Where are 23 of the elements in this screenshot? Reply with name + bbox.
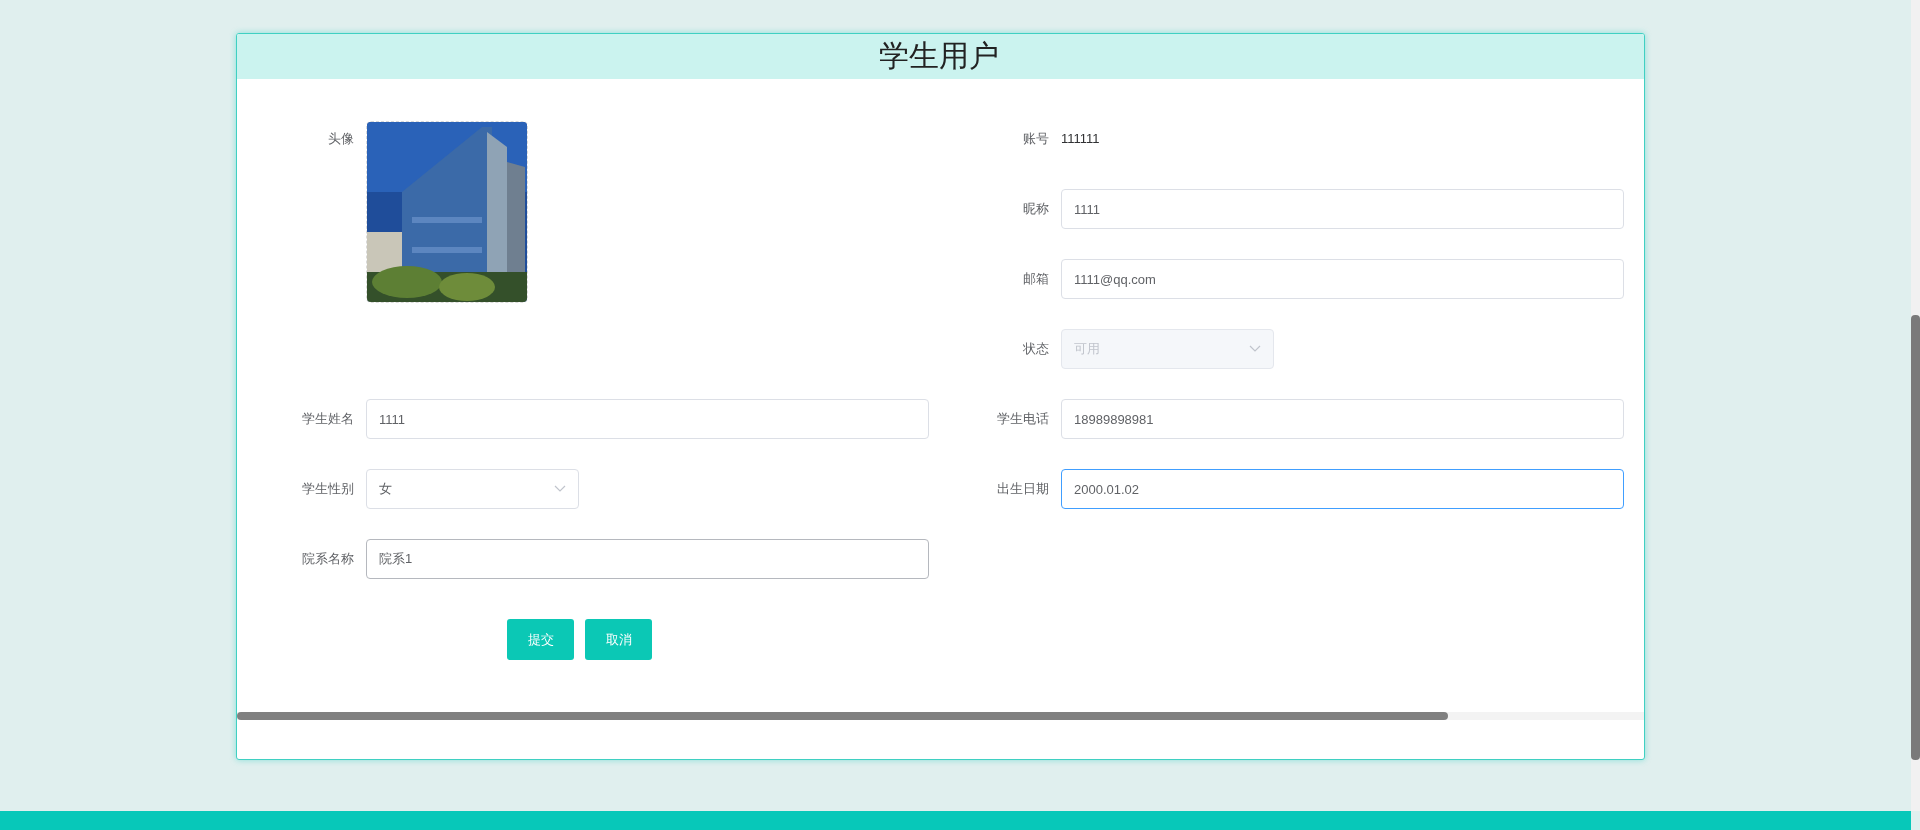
horizontal-scrollbar[interactable] (237, 712, 1644, 720)
input-field[interactable]: 1111@qq.com (1061, 259, 1624, 299)
select-field[interactable]: 女 (366, 469, 579, 509)
chevron-down-icon (554, 485, 566, 493)
input-field[interactable]: 1111 (1061, 189, 1624, 229)
field-label: 学生姓名 (301, 410, 355, 428)
input-field[interactable]: 院系1 (366, 539, 929, 579)
account-value: 111111 (1061, 130, 1100, 148)
field-label: 账号 (1022, 130, 1050, 148)
input-field[interactable]: 18989898981 (1061, 399, 1624, 439)
chevron-down-icon (1249, 345, 1261, 353)
field-label: 院系名称 (301, 550, 355, 568)
field-label: 昵称 (1022, 200, 1050, 218)
field-label: 邮箱 (1022, 270, 1050, 288)
field-label: 学生性别 (301, 480, 355, 498)
field-label: 出生日期 (996, 480, 1050, 498)
vertical-scrollbar[interactable] (1911, 0, 1920, 811)
field-label: 学生电话 (996, 410, 1050, 428)
field-label: 头像 (327, 130, 355, 148)
input-field[interactable]: 2000.01.02 (1061, 469, 1624, 509)
card-title: 学生用户 (878, 38, 999, 74)
field-label: 状态 (1022, 340, 1050, 358)
input-field[interactable]: 1111 (366, 399, 929, 439)
